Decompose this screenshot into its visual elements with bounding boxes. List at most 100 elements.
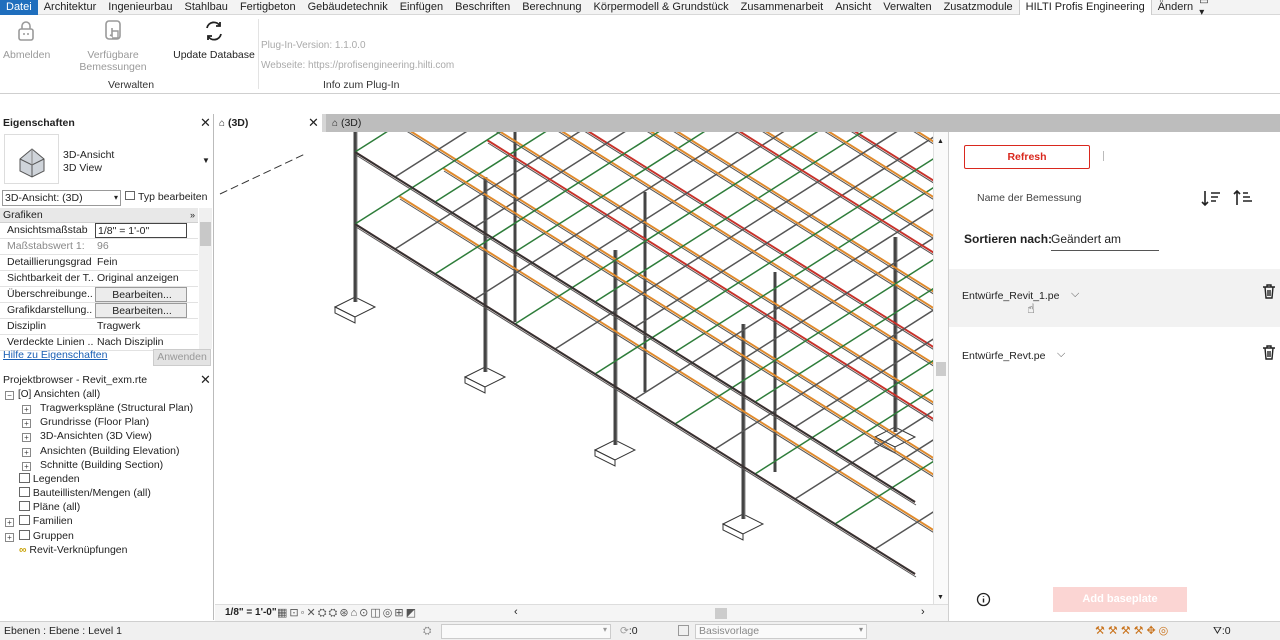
tab-architektur[interactable]: Architektur bbox=[38, 0, 103, 15]
view-tab-3d-first[interactable]: ⌂ (3D) bbox=[215, 114, 322, 132]
expand-toggle[interactable]: + bbox=[22, 462, 31, 471]
refresh-button[interactable]: Refresh bbox=[964, 145, 1090, 169]
tree-item[interactable]: Ansichten (Building Elevation) bbox=[40, 444, 180, 458]
design-entry[interactable]: Entwürfe_Revit_1.pe ⌵ ☝ bbox=[949, 269, 1280, 327]
design-entry[interactable]: Entwürfe_Revt.pe ⌵ bbox=[949, 328, 1280, 386]
tree-item-legends[interactable]: Legenden bbox=[19, 472, 80, 486]
tab-einfuegen[interactable]: Einfügen bbox=[394, 0, 449, 15]
design-option-icon[interactable] bbox=[678, 625, 689, 636]
prop-value[interactable]: Fein bbox=[95, 255, 187, 270]
edit-type-button[interactable]: Typ bearbeiten bbox=[125, 191, 207, 203]
tree-root-views[interactable]: [O] Ansichten (all) bbox=[18, 387, 100, 401]
trash-svg bbox=[1263, 345, 1275, 360]
scroll-thumb[interactable] bbox=[936, 362, 946, 376]
tree-item-schedules[interactable]: Bauteillisten/Mengen (all) bbox=[19, 486, 151, 500]
viewport-scrollbar[interactable]: ▲ ▼ bbox=[933, 132, 948, 604]
delete-trash-icon[interactable] bbox=[1261, 283, 1277, 303]
scale-field[interactable]: 1/8" = 1'-0" bbox=[95, 223, 187, 238]
tree-item-sheets[interactable]: Pläne (all) bbox=[19, 500, 80, 514]
tree-item-links[interactable]: ∞ Revit-Verknüpfungen bbox=[19, 543, 128, 557]
view-scale[interactable]: 1/8" = 1'-0" bbox=[225, 607, 277, 618]
tab-aendern[interactable]: Ändern bbox=[1152, 0, 1199, 15]
update-database-button[interactable]: Update Database bbox=[173, 19, 255, 61]
tab-zusammenarbeit[interactable]: Zusammenarbeit bbox=[735, 0, 830, 15]
tree-item[interactable]: 3D-Ansichten (3D View) bbox=[40, 429, 152, 443]
delete-trash-icon[interactable] bbox=[1261, 344, 1277, 364]
tab-beschriften[interactable]: Beschriften bbox=[449, 0, 516, 15]
design-option-select[interactable]: Basisvorlage ▾ bbox=[695, 624, 867, 639]
sort-by-select[interactable]: Geändert am bbox=[1051, 232, 1159, 251]
divider bbox=[1103, 151, 1104, 161]
expand-toggle[interactable]: + bbox=[22, 448, 31, 457]
scroll-left-icon[interactable]: ‹ bbox=[514, 606, 518, 618]
selection-filter-icons[interactable]: ⚒⚒⚒⚒✥◎ bbox=[1095, 624, 1171, 637]
tab-datei[interactable]: Datei bbox=[0, 0, 38, 15]
filter-count[interactable]: ⛛:0 bbox=[1213, 625, 1231, 638]
scroll-down-icon[interactable]: ▼ bbox=[937, 594, 944, 601]
tab-koerpermodell[interactable]: Körpermodell & Grundstück bbox=[588, 0, 735, 15]
beam-edge bbox=[495, 132, 948, 415]
instance-selector[interactable]: 3D-Ansicht: (3D) ▾ bbox=[2, 190, 121, 206]
add-baseplate-button[interactable]: Add baseplate bbox=[1053, 587, 1187, 612]
scroll-up-icon[interactable]: ▲ bbox=[937, 138, 944, 145]
tab-gebaeudetechnik[interactable]: Gebäudetechnik bbox=[302, 0, 394, 15]
collapse-toggle[interactable]: − bbox=[5, 391, 14, 400]
tab-berechnung[interactable]: Berechnung bbox=[516, 0, 587, 15]
expand-toggle[interactable]: + bbox=[22, 419, 31, 428]
tab-fertigbeton[interactable]: Fertigbeton bbox=[234, 0, 302, 15]
overrides-edit-button[interactable]: Bearbeiten... bbox=[95, 287, 187, 302]
logout-button[interactable]: Abmelden bbox=[3, 19, 50, 61]
prop-row: Sichtbarkeit der T... Original anzeigen bbox=[0, 271, 198, 287]
tab-verwalten[interactable]: Verwalten bbox=[877, 0, 937, 15]
type-dropdown-icon[interactable]: ▼ bbox=[202, 156, 210, 165]
tree-item-groups[interactable]: Gruppen bbox=[19, 529, 74, 543]
properties-section-header[interactable]: Grafiken » bbox=[0, 208, 198, 223]
close-browser-icon[interactable]: ✕ bbox=[200, 373, 211, 386]
expand-toggle[interactable]: + bbox=[5, 518, 14, 527]
editing-requests[interactable]: ⟳:0 bbox=[620, 625, 638, 637]
prop-value[interactable]: Original anzeigen bbox=[95, 271, 187, 286]
view-tab-3d-second[interactable]: ⌂ (3D) bbox=[326, 114, 1280, 132]
tab-ansicht[interactable]: Ansicht bbox=[829, 0, 877, 15]
properties-scrollbar[interactable] bbox=[199, 208, 212, 349]
prop-key: Grafikdarstellung... bbox=[7, 304, 93, 316]
prop-value[interactable]: Tragwerk bbox=[95, 319, 187, 334]
project-browser: Projektbrowser - Revit_exm.rte ✕ − [O] A… bbox=[0, 372, 214, 620]
expand-toggle[interactable]: + bbox=[22, 405, 31, 414]
workset-select[interactable]: ▾ bbox=[441, 624, 611, 639]
sort-ascending-icon[interactable] bbox=[1229, 184, 1257, 212]
close-properties-icon[interactable]: ✕ bbox=[200, 116, 211, 129]
expand-toggle[interactable]: + bbox=[22, 433, 31, 442]
apply-button[interactable]: Anwenden bbox=[153, 349, 211, 366]
scroll-right-icon[interactable]: › bbox=[921, 606, 925, 618]
properties-help-link[interactable]: Hilfe zu Eigenschaften bbox=[3, 349, 107, 361]
ribbon-panel: Abmelden Verfügbare Bemessungen Update D… bbox=[0, 15, 1280, 94]
tree-item[interactable]: Schnitte (Building Section) bbox=[40, 458, 163, 472]
chevron-down-icon[interactable]: ⌵ bbox=[1071, 288, 1079, 301]
tab-hilti[interactable]: HILTI Profis Engineering bbox=[1018, 0, 1152, 15]
graphics-edit-button[interactable]: Bearbeiten... bbox=[95, 303, 187, 318]
viewport-3d[interactable]: ▲ ▼ bbox=[215, 132, 948, 604]
prop-value[interactable]: Nach Disziplin bbox=[95, 335, 187, 350]
close-view-tab-icon[interactable]: ✕ bbox=[308, 116, 319, 129]
beam-edge bbox=[355, 154, 917, 506]
worksets-icon[interactable]: ⛭ bbox=[423, 625, 431, 638]
h-scroll-thumb[interactable] bbox=[715, 608, 727, 619]
tab-stahlbau[interactable]: Stahlbau bbox=[179, 0, 234, 15]
tree-item[interactable]: Grundrisse (Floor Plan) bbox=[40, 415, 149, 429]
edit-type-icon bbox=[125, 191, 135, 200]
available-designs-button[interactable]: Verfügbare Bemessungen bbox=[55, 19, 171, 73]
view-tab-bar: ⌂ (3D) ✕ ⌂ (3D) bbox=[215, 114, 1280, 132]
view-control-icons[interactable]: ▦⊡◦✕⛭⛭⊛⌂⊙◫◎⊞◩ bbox=[277, 606, 418, 620]
scroll-thumb[interactable] bbox=[200, 222, 211, 246]
sort-descending-icon[interactable] bbox=[1197, 184, 1225, 212]
prop-key: Überschreibunge... bbox=[7, 288, 93, 300]
chevron-down-icon[interactable]: ⌵ bbox=[1057, 348, 1065, 361]
tab-ingenieurbau[interactable]: Ingenieurbau bbox=[102, 0, 178, 15]
tree-item[interactable]: Tragwerkspläne (Structural Plan) bbox=[40, 401, 193, 415]
tab-zusatzmodule[interactable]: Zusatzmodule bbox=[938, 0, 1019, 15]
expand-toggle[interactable]: + bbox=[5, 533, 14, 542]
info-icon[interactable] bbox=[976, 592, 991, 610]
design-entry-name: Entwürfe_Revt.pe bbox=[962, 350, 1046, 362]
tree-item-families[interactable]: Familien bbox=[19, 514, 73, 528]
